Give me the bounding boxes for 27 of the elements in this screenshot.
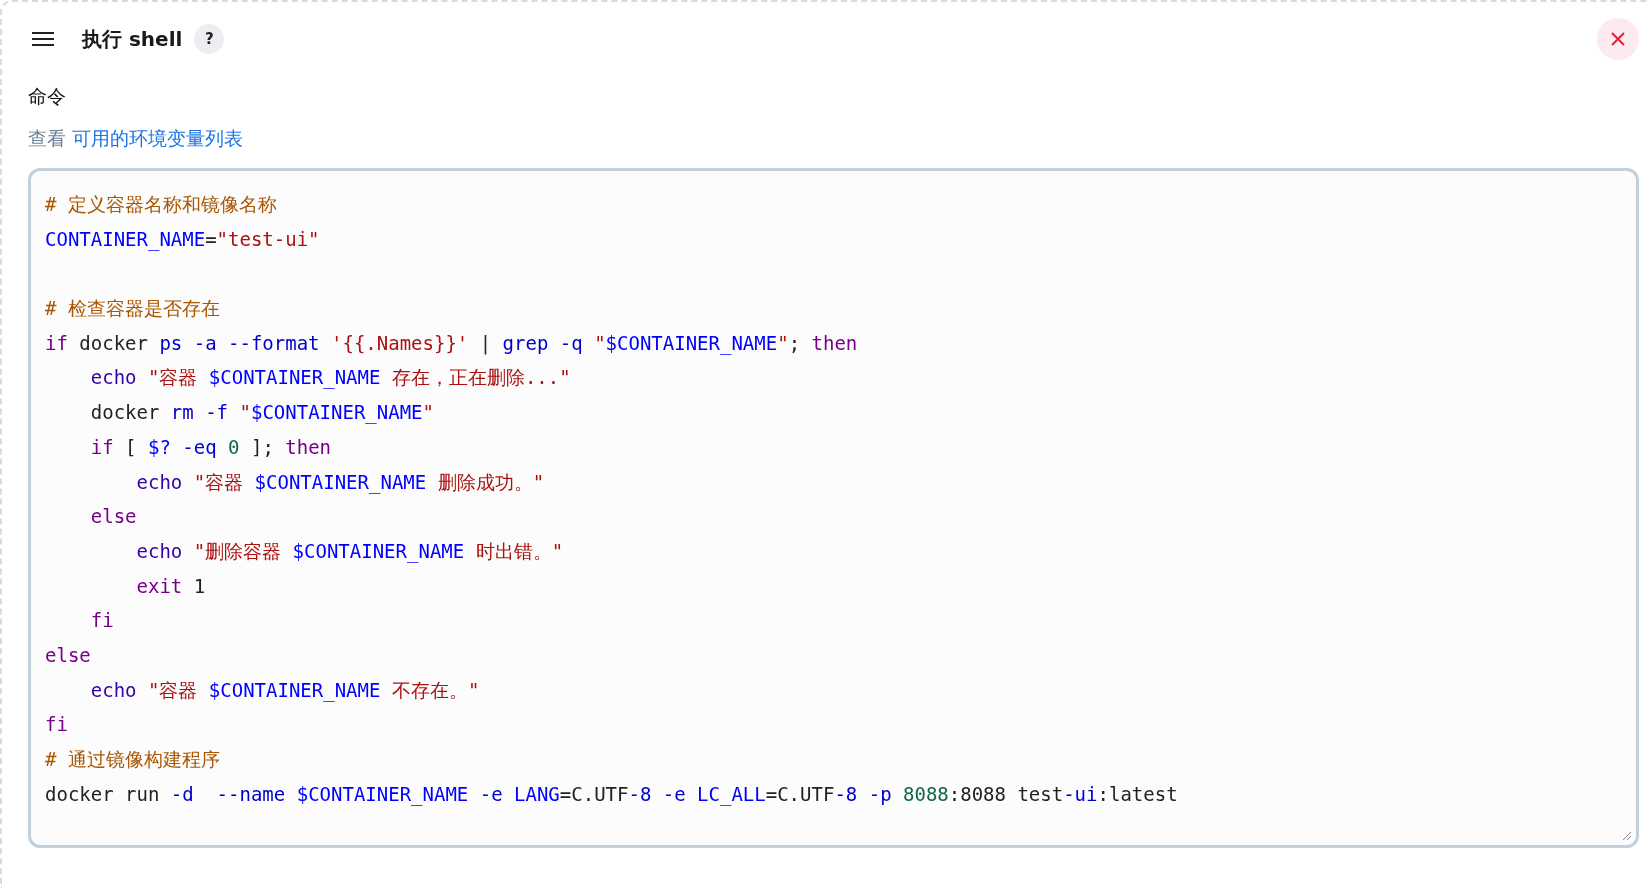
close-icon [1611,32,1625,46]
code-line: echo "删除容器 $CONTAINER_NAME 时出错。" [135,538,565,565]
code-line: if docker ps -a --format '{{.Names}}' | grep -q "$CONTAINER_NAME"; then [45,330,859,357]
field-label: 命令 [28,84,67,109]
code-line: CONTAINER_NAME="test-ui" [45,226,321,253]
code-line: # 检查容器是否存在 [45,296,221,322]
code-line: else [45,642,92,668]
command-editor[interactable] [28,168,1639,848]
code-line: fi [45,712,69,738]
code-line: docker run -d --name $CONTAINER_NAME -e LANG=C.UTF-8 -e LC_ALL=C.UTF-8 -p 8088:8088 test-ui:latest [45,781,1179,808]
code-line: # 通过镜像构建程序 [45,747,221,772]
help-button[interactable]: ? [194,24,225,54]
code-line: fi [89,608,115,634]
code-line: else [89,504,138,530]
hint-text: 查看 [28,126,66,151]
code-line: docker rm -f "$CONTAINER_NAME" [89,400,435,426]
code-line: echo "容器 $CONTAINER_NAME 不存在。" [89,677,481,704]
step-title: 执行 shell [82,25,183,53]
code-line: echo "容器 $CONTAINER_NAME 删除成功。" [135,469,546,496]
menu-icon[interactable] [32,31,54,47]
code-line: exit 1 [135,573,207,599]
code-line: if [ $? -eq 0 ]; then [89,434,333,460]
env-vars-link[interactable]: 可用的环境变量列表 [72,126,243,152]
close-button[interactable] [1597,18,1639,60]
code-line: echo "容器 $CONTAINER_NAME 存在，正在删除..." [89,365,572,391]
resize-handle-icon[interactable] [1622,831,1632,841]
code-line: # 定义容器名称和镜像名称 [45,192,278,217]
